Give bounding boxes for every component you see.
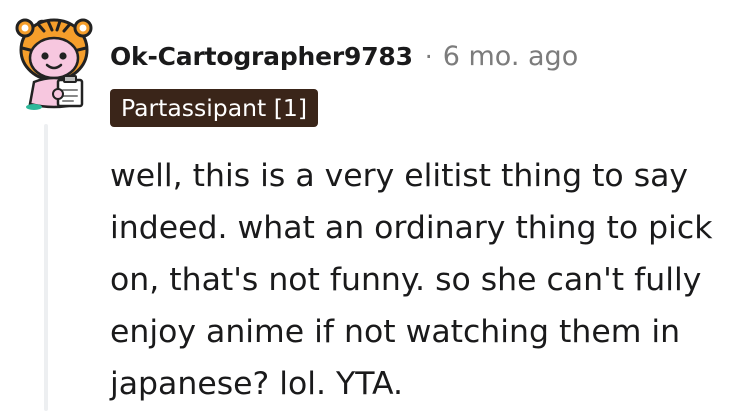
thread-line[interactable] — [44, 124, 48, 411]
comment-body: well, this is a very elitist thing to sa… — [110, 150, 750, 410]
meta-separator: · — [424, 41, 433, 71]
comment-body-line: enjoy anime if not watching them in — [110, 314, 681, 350]
comment-body-line: indeed. what an ordinary thing to pick — [110, 210, 713, 246]
user-flair-badge: Partassipant [1] — [110, 89, 318, 127]
comment-body-line: japanese? lol. YTA. — [110, 366, 404, 402]
comment-body-line: on, that's not funny. so she can't fully — [110, 262, 702, 298]
comment-body-line: well, this is a very elitist thing to sa… — [110, 158, 689, 194]
user-avatar-icon[interactable] — [8, 4, 100, 110]
comment-meta: Ok-Cartographer9783 · 6 mo. ago — [110, 36, 578, 76]
username-link[interactable]: Ok-Cartographer9783 — [110, 42, 413, 71]
timestamp-link[interactable]: 6 mo. ago — [443, 41, 578, 72]
